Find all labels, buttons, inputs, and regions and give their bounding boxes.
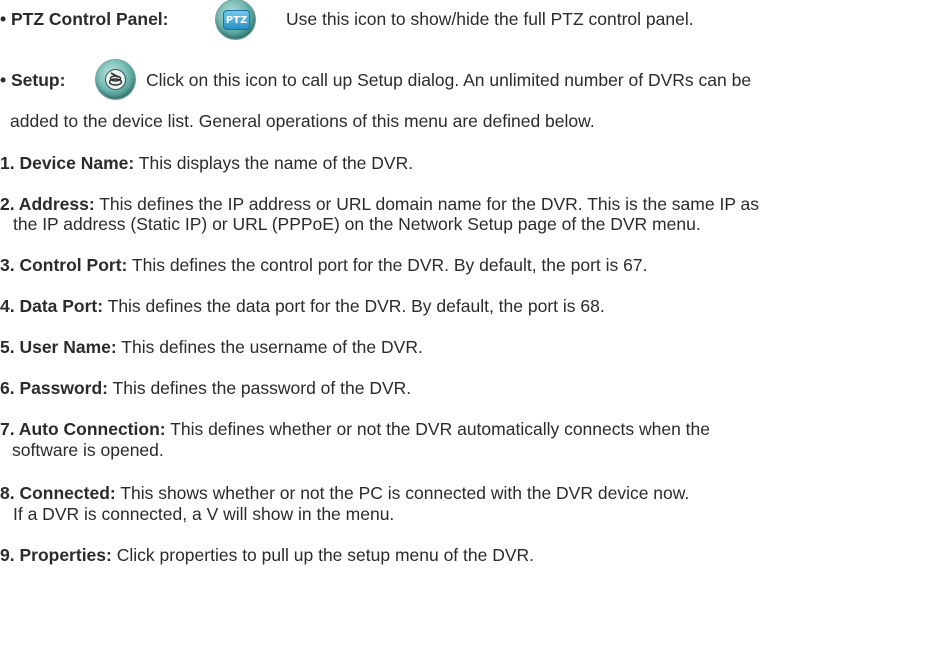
- item-address-continued: the IP address (Static IP) or URL (PPPoE…: [13, 214, 701, 234]
- setup-icon[interactable]: [96, 60, 135, 99]
- item-auto-connection-continued: software is opened.: [12, 440, 164, 460]
- item-properties: 9. Properties: Click properties to pull …: [0, 545, 534, 565]
- item-label: 9. Properties:: [0, 545, 112, 565]
- ptz-control-icon[interactable]: PTZ: [216, 0, 255, 39]
- wrench-icon: [105, 69, 126, 90]
- item-label: 3. Control Port:: [0, 255, 128, 275]
- ptz-description: Use this icon to show/hide the full PTZ …: [286, 9, 694, 29]
- item-user-name: 5. User Name: This defines the username …: [0, 337, 423, 357]
- setup-section: • Setup:: [0, 70, 65, 90]
- item-device-name: 1. Device Name: This displays the name o…: [0, 153, 413, 173]
- item-label: 6. Password:: [0, 378, 108, 398]
- ptz-icon-text: PTZ: [223, 10, 250, 30]
- item-label: 2. Address:: [0, 194, 95, 214]
- item-text: Click properties to pull up the setup me…: [116, 545, 535, 565]
- item-connected-continued: If a DVR is connected, a V will show in …: [13, 504, 395, 524]
- item-text: This defines the IP address or URL domai…: [99, 194, 760, 214]
- setup-description-line2: added to the device list. General operat…: [10, 111, 595, 131]
- item-text: This defines the data port for the DVR. …: [107, 296, 605, 316]
- item-connected: 8. Connected: This shows whether or not …: [0, 483, 689, 503]
- item-text: This defines the password of the DVR.: [112, 378, 412, 398]
- item-text: This defines whether or not the DVR auto…: [170, 419, 711, 439]
- item-text: This displays the name of the DVR.: [138, 153, 414, 173]
- item-label: 4. Data Port:: [0, 296, 104, 316]
- item-data-port: 4. Data Port: This defines the data port…: [0, 296, 605, 316]
- item-label: 1. Device Name:: [0, 153, 135, 173]
- item-label: 5. User Name:: [0, 337, 117, 357]
- setup-label: • Setup:: [0, 70, 66, 90]
- item-text: This defines the control port for the DV…: [131, 255, 648, 275]
- item-text: This shows whether or not the PC is conn…: [120, 483, 690, 503]
- item-label: 7. Auto Connection:: [0, 419, 166, 439]
- item-address: 2. Address: This defines the IP address …: [0, 194, 759, 214]
- item-control-port: 3. Control Port: This defines the contro…: [0, 255, 647, 275]
- ptz-label: • PTZ Control Panel:: [0, 9, 169, 29]
- item-auto-connection: 7. Auto Connection: This defines whether…: [0, 419, 710, 439]
- item-password: 6. Password: This defines the password o…: [0, 378, 411, 398]
- setup-description-line1: Click on this icon to call up Setup dial…: [146, 70, 752, 90]
- ptz-section: • PTZ Control Panel:: [0, 9, 169, 29]
- item-label: 8. Connected:: [0, 483, 116, 503]
- item-text: This defines the username of the DVR.: [121, 337, 423, 357]
